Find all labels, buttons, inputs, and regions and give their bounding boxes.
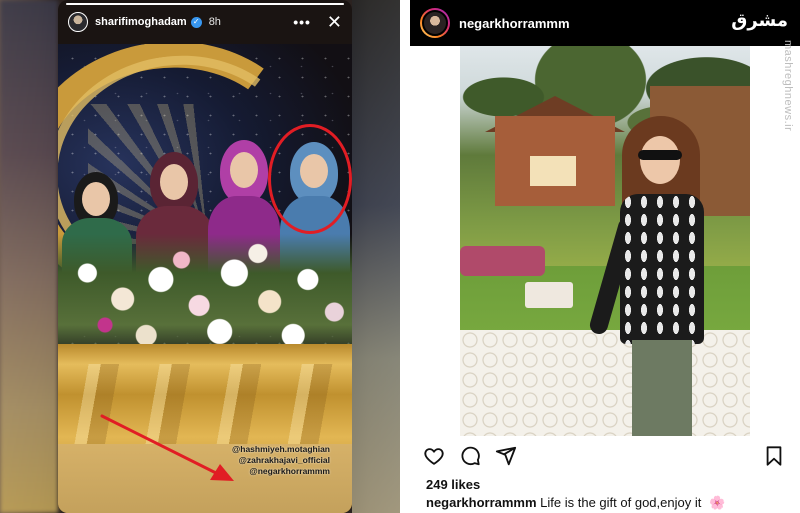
story-blurred-right-edge: [352, 0, 400, 513]
garden-sofa: [460, 246, 545, 276]
story-avatar[interactable]: [68, 12, 88, 32]
post-avatar[interactable]: [420, 8, 450, 38]
story-username[interactable]: sharifimoghadam: [95, 16, 187, 28]
story-photo: @hashmiyeh.motaghian @zahrakhajavi_offic…: [58, 44, 352, 513]
story-header: sharifimoghadam ✓ 8h ••• ✕: [58, 0, 352, 44]
sunglasses: [638, 150, 682, 160]
post-actions: [410, 436, 800, 476]
likes-count[interactable]: 249 likes: [426, 477, 480, 492]
instagram-post: negarkhorrammm مشرق mashreghnews.ir 249 …: [410, 0, 800, 513]
story-frame[interactable]: sharifimoghadam ✓ 8h ••• ✕ @hashmiyeh.mo…: [58, 0, 352, 513]
red-circle-annotation: [268, 124, 352, 234]
cherry-blossom-emoji: 🌸: [708, 495, 726, 510]
caption-username[interactable]: negarkhorrammm: [426, 495, 537, 510]
screenshot-canvas: sharifimoghadam ✓ 8h ••• ✕ @hashmiyeh.mo…: [0, 0, 800, 513]
heart-icon[interactable]: [420, 442, 448, 470]
mention-tag[interactable]: @hashmiyeh.motaghian: [232, 444, 330, 455]
news-logo-watermark: مشرق: [731, 10, 788, 31]
verified-badge-icon: ✓: [190, 16, 202, 28]
share-icon[interactable]: [492, 442, 520, 470]
bookmark-icon[interactable]: [760, 442, 788, 470]
more-options-icon[interactable]: •••: [293, 14, 311, 30]
mention-tag[interactable]: @negarkhorrammm: [232, 466, 330, 477]
woman-figure: [587, 116, 720, 436]
mention-tag[interactable]: @zahrakhajavi_official: [232, 455, 330, 466]
close-icon[interactable]: ✕: [327, 13, 342, 31]
story-panel: sharifimoghadam ✓ 8h ••• ✕ @hashmiyeh.mo…: [0, 0, 400, 513]
caption-text: Life is the gift of god,enjoy it: [540, 495, 702, 510]
story-timestamp: 8h: [208, 16, 221, 28]
story-mentions: @hashmiyeh.motaghian @zahrakhajavi_offic…: [232, 444, 330, 477]
cabin-window: [530, 156, 576, 186]
comment-icon[interactable]: [456, 442, 484, 470]
post-username[interactable]: negarkhorrammm: [459, 16, 570, 31]
story-blurred-left-edge: [0, 0, 58, 513]
post-photo[interactable]: [460, 46, 750, 436]
garden-table: [525, 282, 573, 308]
post-caption: negarkhorrammm Life is the gift of god,e…: [426, 495, 725, 511]
news-url-watermark: mashreghnews.ir: [782, 40, 794, 132]
